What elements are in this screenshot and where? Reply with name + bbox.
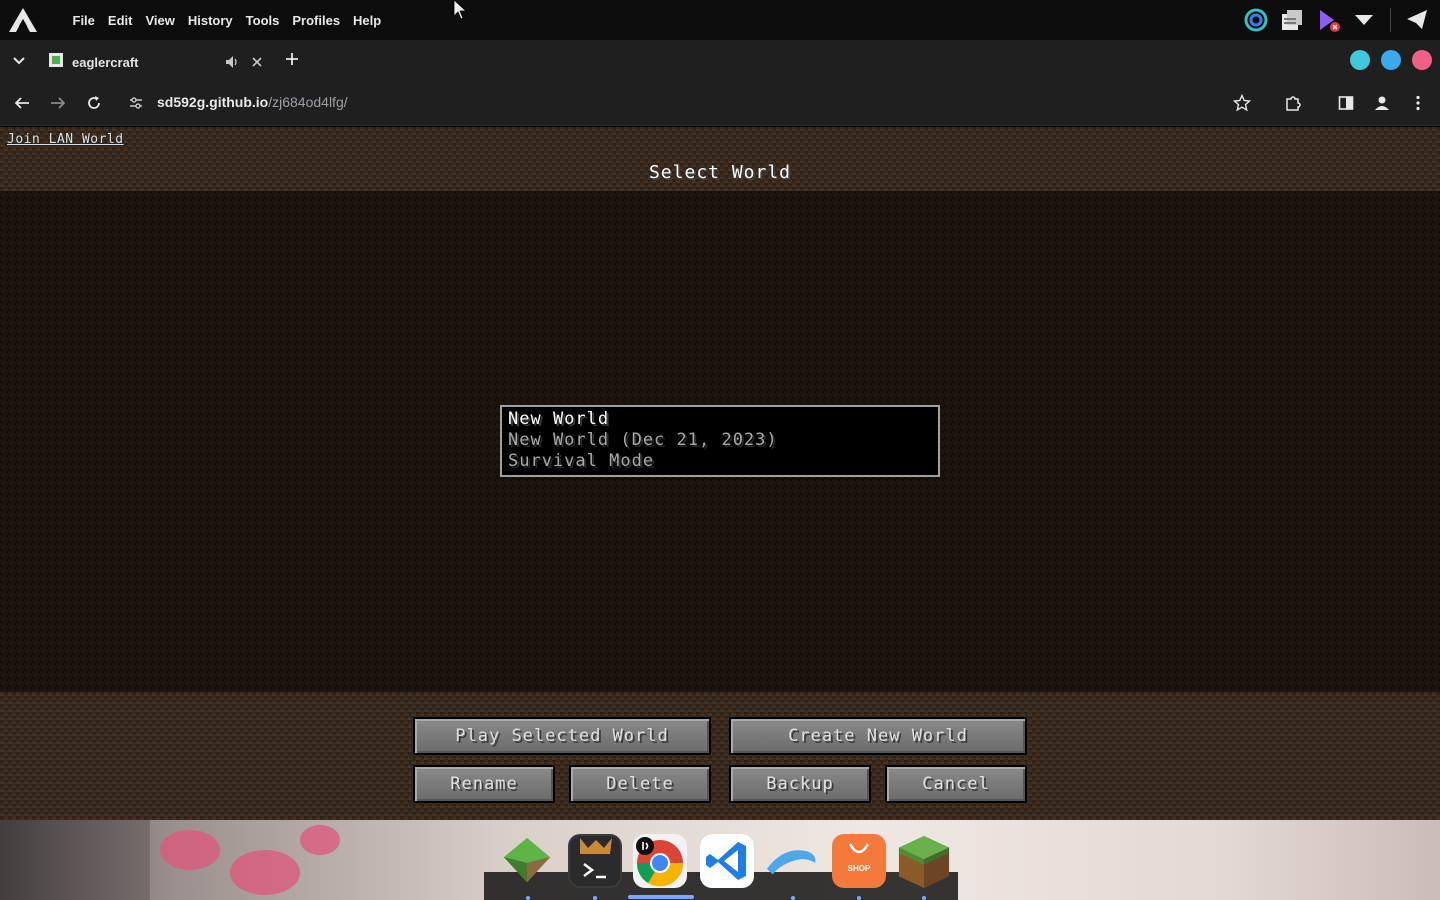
menu-tools[interactable]: Tools: [239, 13, 286, 28]
tab-audio-icon[interactable]: [224, 54, 240, 74]
tab-close-icon[interactable]: [250, 54, 264, 73]
browser-toolbar: sd592g.github.io/zj684od4lfg/: [0, 80, 1440, 126]
clipboard-icon[interactable]: [1277, 5, 1307, 35]
dock-active-indicator: [628, 895, 694, 899]
mouse-cursor-icon: [453, 0, 468, 20]
wallpaper-shadow: [0, 820, 150, 900]
footer-dirt-band: [0, 692, 1440, 820]
shop-label: SHOP: [847, 864, 871, 873]
dock-running-indicator: [593, 896, 597, 900]
notification-icon[interactable]: [1402, 5, 1432, 35]
desktop-wallpaper: SHOP: [0, 820, 1440, 900]
wallpaper-blossom: [300, 825, 340, 855]
dock-running-indicator: [922, 896, 926, 900]
menu-view[interactable]: View: [139, 13, 181, 28]
wallpaper-blossom: [160, 830, 220, 870]
tab-eaglercraft[interactable]: eaglercraft: [40, 44, 272, 80]
game-canvas: Join LAN World Select World New World Ne…: [0, 127, 1440, 820]
more-menu-icon[interactable]: [1406, 91, 1430, 115]
favicon-icon: [48, 52, 64, 72]
system-tray: [1238, 0, 1440, 40]
tab-title: eaglercraft: [72, 54, 139, 70]
world-mode: Survival Mode: [508, 451, 655, 471]
world-name: New World: [508, 409, 610, 429]
window-minimize-button[interactable]: [1350, 50, 1370, 70]
dock-minecraft-icon[interactable]: [897, 834, 951, 888]
world-list-item[interactable]: New World New World (Dec 21, 2023) Survi…: [500, 405, 940, 477]
play-selected-world-button[interactable]: Play Selected World: [413, 717, 711, 755]
join-lan-world-link[interactable]: Join LAN World: [7, 132, 124, 147]
dock-running-indicator: [526, 896, 530, 900]
dock-minecraft-launcher-icon[interactable]: [500, 834, 554, 888]
site-settings-icon[interactable]: [124, 91, 148, 115]
dock-running-indicator: [857, 896, 861, 900]
menu-profiles[interactable]: Profiles: [286, 13, 347, 28]
backup-button[interactable]: Backup: [729, 765, 871, 803]
dock-vscode-icon[interactable]: [700, 834, 754, 888]
tray-divider: [1390, 8, 1391, 32]
forward-icon[interactable]: [46, 91, 70, 115]
tab-list-dropdown-icon[interactable]: [10, 52, 28, 72]
dock-shop-icon[interactable]: SHOP: [832, 834, 886, 888]
menu-help[interactable]: Help: [347, 13, 388, 28]
page-title: Select World: [648, 162, 792, 183]
sync-icon[interactable]: [1241, 5, 1271, 35]
app-logo-icon[interactable]: [0, 0, 46, 40]
menu-history[interactable]: History: [181, 13, 239, 28]
reload-icon[interactable]: [82, 91, 106, 115]
dock-terminal-icon[interactable]: [568, 834, 622, 888]
side-panel-icon[interactable]: [1334, 91, 1358, 115]
dock-running-indicator: [791, 896, 795, 900]
menu-file[interactable]: File: [66, 13, 101, 28]
url-host: sd592g.github.io: [157, 94, 269, 110]
menu-edit[interactable]: Edit: [101, 13, 139, 28]
wallpaper-blossom: [230, 850, 300, 895]
chevron-down-icon[interactable]: [1349, 5, 1379, 35]
window-close-button[interactable]: [1412, 50, 1432, 70]
bookmark-star-icon[interactable]: [1230, 91, 1254, 115]
tab-strip: eaglercraft: [0, 40, 1440, 80]
audio-error-icon[interactable]: [1313, 5, 1343, 35]
window-maximize-button[interactable]: [1381, 50, 1401, 70]
system-menu-bar: File Edit View History Tools Profiles He…: [0, 0, 1440, 40]
dock-chrome-icon[interactable]: [633, 834, 687, 888]
menu-list: File Edit View History Tools Profiles He…: [66, 13, 388, 28]
url-path: /zj684od4lfg/: [268, 94, 348, 110]
profile-icon[interactable]: [1370, 91, 1394, 115]
url-field[interactable]: sd592g.github.io/zj684od4lfg/: [157, 94, 348, 110]
world-detail: New World (Dec 21, 2023): [508, 430, 778, 450]
extensions-icon[interactable]: [1281, 91, 1305, 115]
rename-button[interactable]: Rename: [413, 765, 555, 803]
cancel-button[interactable]: Cancel: [885, 765, 1027, 803]
back-icon[interactable]: [10, 91, 34, 115]
delete-button[interactable]: Delete: [569, 765, 711, 803]
dock-dolphin-icon[interactable]: [765, 834, 819, 888]
create-new-world-button[interactable]: Create New World: [729, 717, 1027, 755]
new-tab-icon[interactable]: [284, 51, 300, 71]
